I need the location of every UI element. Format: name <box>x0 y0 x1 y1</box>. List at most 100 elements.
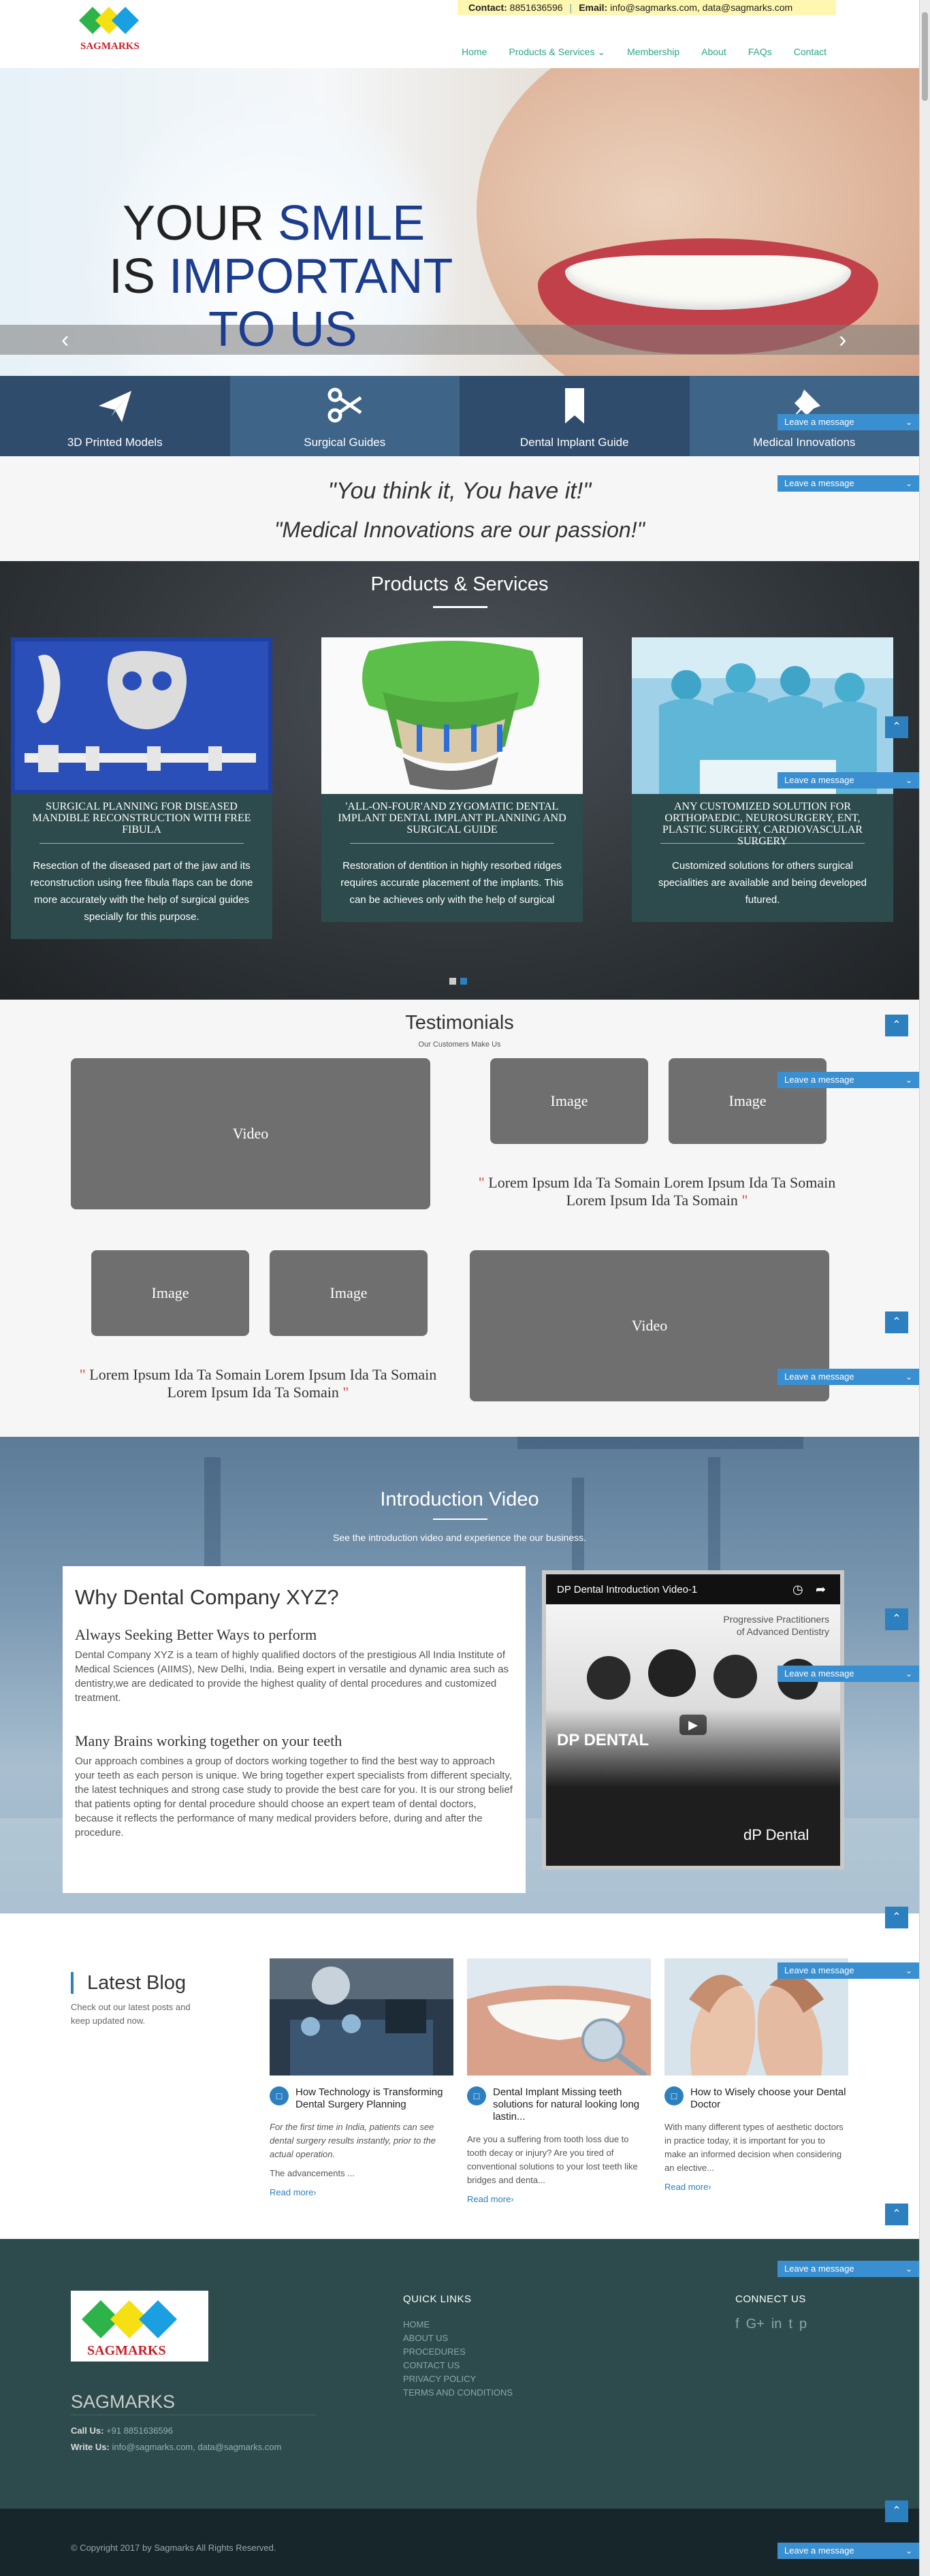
slider-next-icon[interactable]: › <box>839 328 846 351</box>
carousel-dot-active[interactable] <box>460 978 467 985</box>
contact-email[interactable]: info@sagmarks.com, data@sagmarks.com <box>610 2 792 13</box>
back-to-top-icon[interactable]: ⌃ <box>885 2204 908 2225</box>
leave-message-widget[interactable]: Leave a message ⌄ <box>777 1666 919 1682</box>
paper-plane-icon <box>95 385 135 426</box>
read-more-link[interactable]: Read more› <box>467 2194 651 2204</box>
footer-link-terms[interactable]: TERMS AND CONDITIONS <box>403 2386 513 2400</box>
chevron-down-icon: ⌄ <box>905 1372 912 1382</box>
carousel-dots <box>449 978 467 985</box>
footer-link-procedures[interactable]: PROCEDURES <box>403 2345 466 2359</box>
logo[interactable]: SAGMARKS <box>71 1 159 54</box>
facebook-icon[interactable]: f <box>735 2317 739 2332</box>
connect-title: CONNECT US <box>735 2293 806 2305</box>
share-icon[interactable]: ➦ <box>816 1583 826 1597</box>
clock-icon[interactable]: ◷ <box>792 1583 803 1597</box>
blog-post-title[interactable]: Dental Implant Missing teeth solutions f… <box>493 2086 651 2123</box>
play-icon[interactable]: ▶ <box>679 1715 707 1735</box>
back-to-top-icon[interactable]: ⌃ <box>885 2500 908 2522</box>
feature-label: Dental Implant Guide <box>519 436 629 449</box>
read-more-link[interactable]: Read more› <box>664 2182 848 2192</box>
back-to-top-icon[interactable]: ⌃ <box>885 716 908 738</box>
blog-post-excerpt: With many different types of aesthetic d… <box>664 2122 844 2173</box>
feature-dental-implant-guide[interactable]: Dental Implant Guide <box>460 376 690 456</box>
blog-post-excerpt-2: The advancements ... <box>270 2168 355 2178</box>
footer-link-contact[interactable]: CONTACT US <box>403 2359 460 2372</box>
leave-message-widget[interactable]: Leave a message ⌄ <box>777 475 919 492</box>
image-placeholder: Image <box>270 1250 428 1336</box>
testimonial-quote: " Lorem Ipsum Ida Ta Somain Lorem Ipsum … <box>79 1366 437 1401</box>
blog-post[interactable]: □ How to Wisely choose your Dental Doctor… <box>664 1958 848 2192</box>
nav-membership[interactable]: Membership <box>616 44 690 60</box>
video-placeholder[interactable]: Video <box>71 1058 430 1209</box>
bookmark-icon <box>554 385 595 426</box>
blog-post-excerpt: For the first time in India, patients ca… <box>270 2122 436 2159</box>
slider-prev-icon[interactable]: ‹ <box>61 328 69 351</box>
footer-link-home[interactable]: HOME <box>403 2318 430 2332</box>
leave-message-widget[interactable]: Leave a message ⌄ <box>777 772 919 789</box>
blog-post-title[interactable]: How to Wisely choose your Dental Doctor <box>690 2086 848 2111</box>
footer-brand: SAGMARKS <box>71 2391 176 2412</box>
hero-line-1: YOUR SMILE <box>123 196 426 251</box>
site-header: SAGMARKS Contact: 8851636596 | Email: info… <box>0 0 930 68</box>
nav-about[interactable]: About <box>690 44 737 60</box>
scrollbar-thumb[interactable] <box>922 12 928 101</box>
page-scrollbar[interactable] <box>919 0 930 2576</box>
twitter-icon[interactable]: t <box>788 2317 792 2332</box>
footer-email[interactable]: info@sagmarks.com, data@sagmarks.com <box>112 2442 281 2452</box>
blog-post[interactable]: □ Dental Implant Missing teeth solutions … <box>467 1958 651 2204</box>
product-card[interactable]: SURGICAL PLANNING FOR DISEASED MANDIBLE … <box>11 637 272 939</box>
why-heading-2: Many Brains working together on your tee… <box>75 1732 342 1749</box>
leave-message-widget[interactable]: Leave a message ⌄ <box>777 1369 919 1385</box>
feature-3d-printed-models[interactable]: 3D Printed Models <box>0 376 230 456</box>
site-footer: SAGMARKS SAGMARKS Call Us: +91 885163659… <box>0 2239 919 2509</box>
back-to-top-icon[interactable]: ⌃ <box>885 1311 908 1333</box>
nav-home[interactable]: Home <box>451 44 498 60</box>
copyright-text: © Copyright 2017 by Sagmarks All Rights … <box>71 2543 276 2553</box>
nav-contact[interactable]: Contact <box>783 44 837 60</box>
product-card[interactable]: 'ALL-ON-FOUR'AND ZYGOMATIC DENTAL IMPLAN… <box>321 637 583 922</box>
why-paragraph-1: Dental Company XYZ is a team of highly q… <box>75 1649 509 1704</box>
feature-label: 3D Printed Models <box>67 436 163 449</box>
chevron-down-icon: ⌄ <box>905 1669 912 1679</box>
why-company-box: Why Dental Company XYZ? Always Seeking B… <box>63 1566 526 1893</box>
feature-label: Medical Innovations <box>753 436 856 449</box>
chevron-down-icon: ⌄ <box>905 1966 912 1975</box>
quotes-section: "You think it, You have it!" "Medical In… <box>0 456 919 561</box>
intro-video-player[interactable]: DP Dental Introduction Video-1 ◷ ➦ Progr… <box>542 1570 844 1870</box>
video-overlay-2: of Advanced Dentistry <box>736 1626 829 1637</box>
footer-phone[interactable]: +91 8851636596 <box>106 2426 173 2436</box>
why-title: Why Dental Company XYZ? <box>75 1585 339 1609</box>
nav-products[interactable]: Products & Services ⌄ <box>498 44 616 60</box>
footer-link-about[interactable]: ABOUT US <box>403 2332 448 2345</box>
video-overlay-1: Progressive Practitioners <box>723 1614 829 1625</box>
quick-links-title: QUICK LINKS <box>403 2293 472 2305</box>
leave-message-widget[interactable]: Leave a message ⌄ <box>777 414 919 430</box>
feature-surgical-guides[interactable]: Surgical Guides <box>229 376 460 456</box>
hero-slider: YOUR SMILE IS IMPORTANT TO US ‹ › <box>0 68 919 376</box>
hero-line-2: IS IMPORTANT <box>109 249 453 304</box>
testimonial-quote: " Lorem Ipsum Ida Ta Somain Lorem Ipsum … <box>478 1174 836 1209</box>
back-to-top-icon[interactable]: ⌃ <box>885 1015 908 1036</box>
footer-logo[interactable]: SAGMARKS <box>71 2291 208 2362</box>
product-desc: Resection of the diseased part of the ja… <box>30 860 253 923</box>
back-to-top-icon[interactable]: ⌃ <box>885 1608 908 1630</box>
pinterest-icon[interactable]: p <box>799 2317 807 2332</box>
leave-message-widget[interactable]: Leave a message ⌄ <box>777 2543 919 2559</box>
blog-post[interactable]: □ How Technology is Transforming Dental S… <box>270 1958 453 2197</box>
carousel-dot[interactable] <box>449 978 456 985</box>
leave-message-widget[interactable]: Leave a message ⌄ <box>777 1962 919 1979</box>
read-more-link[interactable]: Read more› <box>270 2187 453 2197</box>
linkedin-icon[interactable]: in <box>771 2317 782 2332</box>
google-plus-icon[interactable]: G+ <box>746 2317 765 2332</box>
blog-post-title[interactable]: How Technology is Transforming Dental Su… <box>295 2086 453 2111</box>
back-to-top-icon[interactable]: ⌃ <box>885 1907 908 1928</box>
footer-link-privacy[interactable]: PRIVACY POLICY <box>403 2372 476 2386</box>
leave-message-widget[interactable]: Leave a message ⌄ <box>777 2261 919 2277</box>
contact-phone[interactable]: 8851636596 <box>510 2 563 13</box>
slider-band <box>0 325 919 355</box>
nav-faqs[interactable]: FAQs <box>737 44 783 60</box>
video-placeholder[interactable]: Video <box>470 1250 829 1401</box>
email-label: Email: <box>579 2 608 13</box>
document-icon: □ <box>270 2086 289 2105</box>
leave-message-widget[interactable]: Leave a message ⌄ <box>777 1072 919 1088</box>
